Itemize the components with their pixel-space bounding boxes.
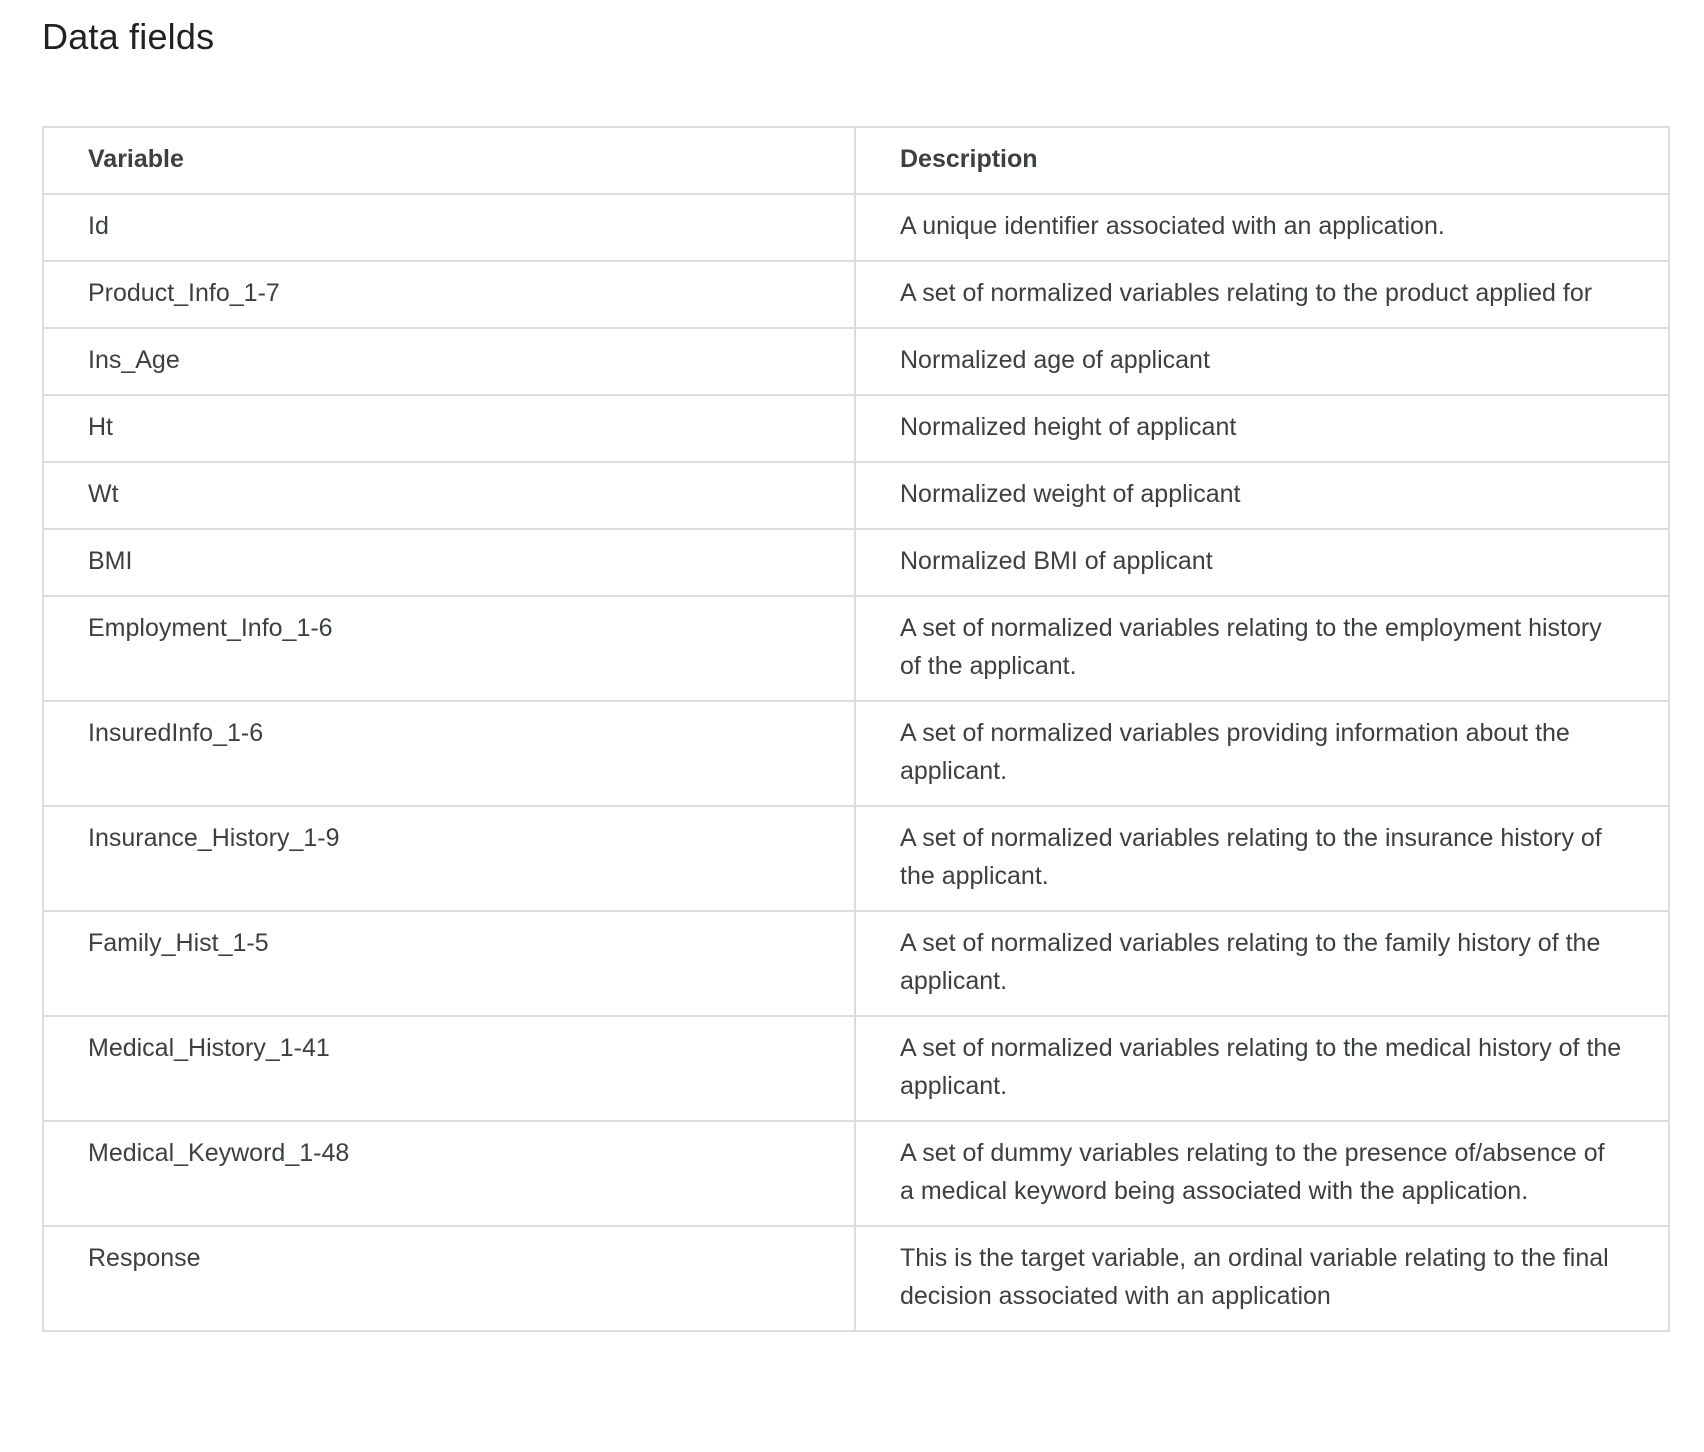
description-cell: A set of normalized variables relating t… — [854, 260, 1670, 329]
data-fields-table: Variable Description Id A unique identif… — [42, 126, 1670, 1332]
description-cell: A unique identifier associated with an a… — [854, 193, 1670, 262]
table-row: Response This is the target variable, an… — [42, 1225, 1670, 1332]
variable-cell: Insurance_History_1-9 — [42, 805, 856, 912]
description-cell: Normalized age of applicant — [854, 327, 1670, 396]
description-cell: Normalized height of applicant — [854, 394, 1670, 463]
variable-cell: BMI — [42, 528, 856, 597]
variable-cell: Medical_Keyword_1-48 — [42, 1120, 856, 1227]
data-fields-table-container: Variable Description Id A unique identif… — [42, 126, 1670, 1332]
page-title: Data fields — [42, 16, 215, 57]
variable-cell: Ht — [42, 394, 856, 463]
table-row: BMI Normalized BMI of applicant — [42, 528, 1670, 597]
variable-cell: Medical_History_1-41 — [42, 1015, 856, 1122]
description-cell: A set of normalized variables relating t… — [854, 805, 1670, 912]
table-row: Id A unique identifier associated with a… — [42, 193, 1670, 262]
variable-cell: Family_Hist_1-5 — [42, 910, 856, 1017]
table-header-row: Variable Description — [42, 126, 1670, 195]
header-description: Description — [854, 126, 1670, 195]
page: Data fields Variable Description Id A un… — [0, 0, 1704, 1452]
table-row: Medical_Keyword_1-48 A set of dummy vari… — [42, 1120, 1670, 1227]
description-cell: Normalized weight of applicant — [854, 461, 1670, 530]
description-cell: A set of normalized variables relating t… — [854, 595, 1670, 702]
variable-cell: Response — [42, 1225, 856, 1332]
variable-cell: Product_Info_1-7 — [42, 260, 856, 329]
description-cell: A set of normalized variables providing … — [854, 700, 1670, 807]
table-row: Employment_Info_1-6 A set of normalized … — [42, 595, 1670, 702]
table-row: Family_Hist_1-5 A set of normalized vari… — [42, 910, 1670, 1017]
variable-cell: InsuredInfo_1-6 — [42, 700, 856, 807]
header-variable: Variable — [42, 126, 856, 195]
table-row: Product_Info_1-7 A set of normalized var… — [42, 260, 1670, 329]
table-row: Medical_History_1-41 A set of normalized… — [42, 1015, 1670, 1122]
description-cell: Normalized BMI of applicant — [854, 528, 1670, 597]
table-row: Ht Normalized height of applicant — [42, 394, 1670, 463]
table-row: Ins_Age Normalized age of applicant — [42, 327, 1670, 396]
description-cell: This is the target variable, an ordinal … — [854, 1225, 1670, 1332]
table-row: Wt Normalized weight of applicant — [42, 461, 1670, 530]
description-cell: A set of normalized variables relating t… — [854, 1015, 1670, 1122]
table-row: Insurance_History_1-9 A set of normalize… — [42, 805, 1670, 912]
variable-cell: Wt — [42, 461, 856, 530]
description-cell: A set of normalized variables relating t… — [854, 910, 1670, 1017]
variable-cell: Id — [42, 193, 856, 262]
table-row: InsuredInfo_1-6 A set of normalized vari… — [42, 700, 1670, 807]
variable-cell: Ins_Age — [42, 327, 856, 396]
variable-cell: Employment_Info_1-6 — [42, 595, 856, 702]
description-cell: A set of dummy variables relating to the… — [854, 1120, 1670, 1227]
